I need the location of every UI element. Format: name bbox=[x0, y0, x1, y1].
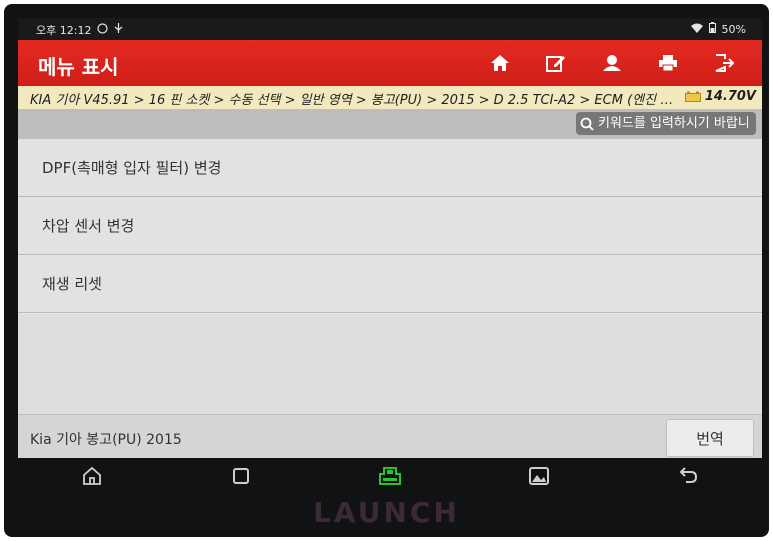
toolbar bbox=[472, 46, 752, 80]
photo-frame: 오후 12:12 50% 메뉴 표시 KIA 기아 V45.91 > 16 핀 … bbox=[0, 0, 773, 541]
launch-logo: LAUNCH bbox=[313, 496, 460, 529]
header-bar: 메뉴 표시 bbox=[18, 40, 762, 86]
menu-item-regeneration-reset[interactable]: 재생 리셋 bbox=[18, 255, 762, 313]
menu-item-pressure-sensor-change[interactable]: 차압 센서 변경 bbox=[18, 197, 762, 255]
footer-bar: Kia 기아 봉고(PU) 2015 번역 bbox=[18, 414, 762, 458]
android-navbar bbox=[18, 458, 762, 494]
nav-vci-button[interactable] bbox=[370, 461, 410, 491]
home-button[interactable] bbox=[472, 46, 528, 80]
status-time: 오후 12:12 bbox=[36, 24, 92, 37]
exit-button[interactable] bbox=[696, 46, 752, 80]
battery-icon bbox=[708, 22, 716, 36]
voltage-indicator: 14.70V bbox=[684, 89, 756, 104]
screen: 오후 12:12 50% 메뉴 표시 KIA 기아 V45.91 > 16 핀 … bbox=[18, 18, 762, 458]
wifi-icon bbox=[690, 23, 703, 36]
notification-icon bbox=[97, 23, 109, 37]
home-icon bbox=[83, 466, 102, 485]
vci-icon bbox=[378, 467, 401, 485]
print-icon bbox=[659, 55, 677, 72]
recent-apps-icon bbox=[233, 468, 250, 484]
back-icon bbox=[679, 467, 697, 483]
battery-percent: 50% bbox=[721, 22, 746, 36]
usb-icon bbox=[114, 23, 123, 37]
voltage-value: 14.70V bbox=[704, 89, 756, 104]
car-battery-icon bbox=[684, 91, 701, 102]
menu-item-label: 재생 리셋 bbox=[42, 275, 102, 293]
screenshot-icon bbox=[528, 467, 549, 485]
tablet-device: 오후 12:12 50% 메뉴 표시 KIA 기아 V45.91 > 16 핀 … bbox=[4, 4, 769, 537]
menu-item-label: DPF(촉매형 입자 필터) 변경 bbox=[42, 159, 222, 177]
menu-item-label: 차압 센서 변경 bbox=[42, 217, 135, 235]
status-bar: 오후 12:12 50% bbox=[18, 18, 762, 40]
search-input[interactable] bbox=[594, 116, 748, 131]
empty-list-area bbox=[18, 314, 762, 414]
nav-recent-apps-button[interactable] bbox=[221, 461, 261, 491]
user-button[interactable] bbox=[584, 46, 640, 80]
user-icon bbox=[603, 55, 621, 71]
breadcrumb: KIA 기아 V45.91 > 16 핀 소켓 > 수동 선택 > 일반 영역 … bbox=[18, 86, 762, 110]
vehicle-info: Kia 기아 봉고(PU) 2015 bbox=[30, 432, 182, 448]
menu-item-dpf-change[interactable]: DPF(촉매형 입자 필터) 변경 bbox=[18, 139, 762, 197]
search-icon bbox=[580, 117, 594, 131]
edit-icon bbox=[546, 56, 565, 72]
nav-screenshot-button[interactable] bbox=[519, 461, 559, 491]
menu-list: DPF(촉매형 입자 필터) 변경 차압 센서 변경 재생 리셋 bbox=[18, 139, 762, 313]
search-box[interactable] bbox=[576, 112, 756, 135]
exit-icon bbox=[715, 54, 734, 72]
home-icon bbox=[491, 55, 509, 71]
translate-button[interactable]: 번역 bbox=[666, 419, 754, 457]
nav-home-button[interactable] bbox=[72, 461, 112, 491]
edit-button[interactable] bbox=[528, 46, 584, 80]
page-title: 메뉴 표시 bbox=[38, 55, 119, 79]
search-row bbox=[18, 109, 762, 139]
nav-back-button[interactable] bbox=[668, 461, 708, 491]
print-button[interactable] bbox=[640, 46, 696, 80]
breadcrumb-path: KIA 기아 V45.91 > 16 핀 소켓 > 수동 선택 > 일반 영역 … bbox=[30, 93, 680, 108]
